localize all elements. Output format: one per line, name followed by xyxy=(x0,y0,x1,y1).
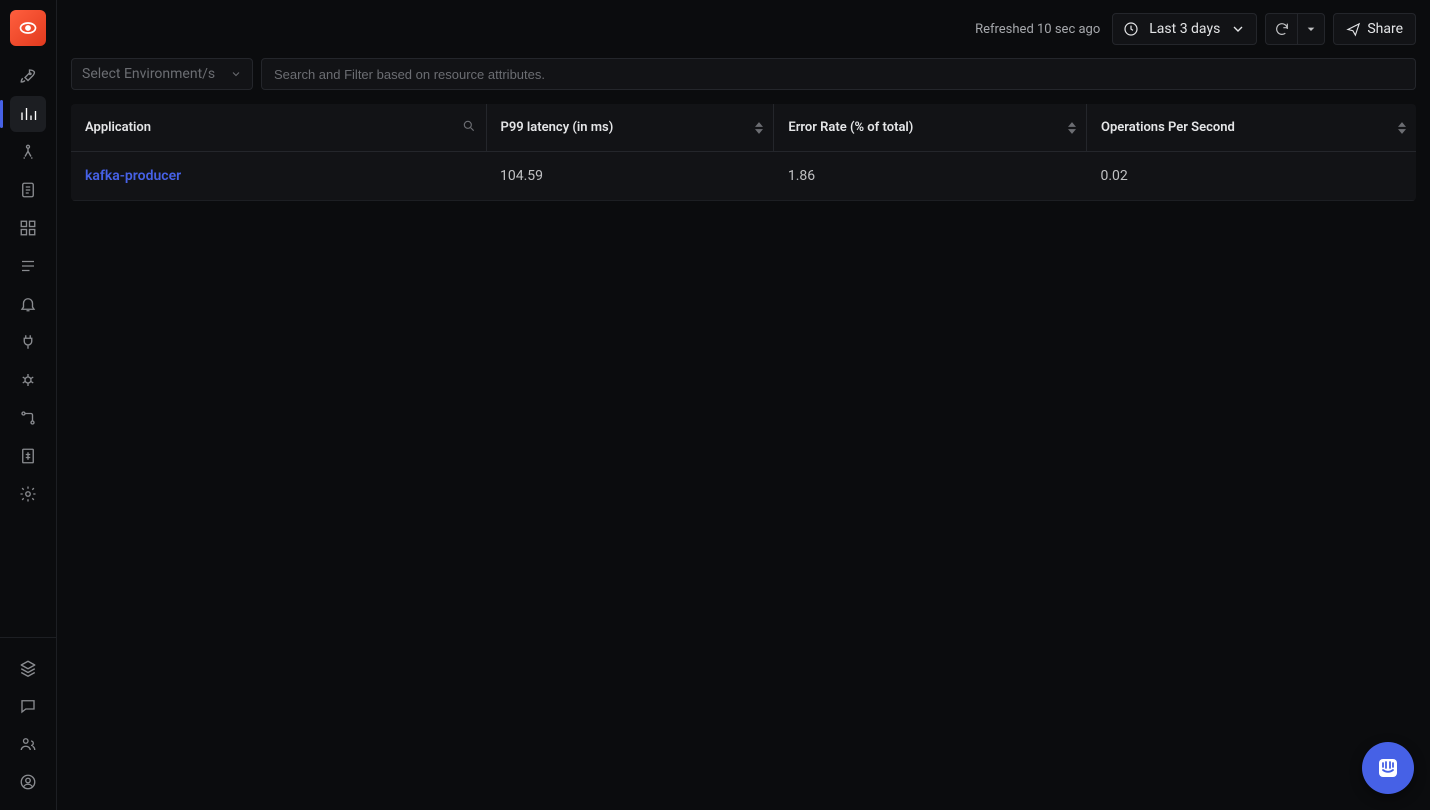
nav-bottom xyxy=(0,637,56,810)
trace-icon xyxy=(19,143,37,161)
list-icon xyxy=(19,257,37,275)
cell-ops: 0.02 xyxy=(1087,152,1417,201)
share-label: Share xyxy=(1367,21,1403,37)
environment-placeholder: Select Environment/s xyxy=(82,66,215,82)
nav-get-started[interactable] xyxy=(10,58,46,94)
clock-icon xyxy=(1123,21,1139,37)
topbar: Refreshed 10 sec ago Last 3 days Share xyxy=(57,0,1430,58)
intercom-icon xyxy=(1376,756,1400,780)
nav-exceptions[interactable] xyxy=(10,362,46,398)
caret-up-icon xyxy=(1398,121,1406,127)
bar-chart-icon xyxy=(19,105,37,123)
column-ops: Operations Per Second xyxy=(1087,104,1417,152)
refresh-interval-button[interactable] xyxy=(1297,13,1325,45)
sidebar xyxy=(0,0,57,810)
caret-down-icon xyxy=(1398,128,1406,134)
table-row: kafka-producer 104.59 1.86 0.02 xyxy=(71,152,1416,201)
resource-search-input[interactable] xyxy=(261,58,1416,90)
share-button[interactable]: Share xyxy=(1333,13,1416,45)
services-table: Application P99 latency (in ms) Err xyxy=(71,104,1416,201)
refresh-icon xyxy=(1274,21,1290,37)
plug-icon xyxy=(19,333,37,351)
bell-icon xyxy=(19,295,37,313)
chevron-down-icon xyxy=(230,68,242,80)
user-circle-icon xyxy=(19,773,37,791)
logs-icon xyxy=(19,181,37,199)
nav-support[interactable] xyxy=(10,688,46,724)
nav-invite[interactable] xyxy=(10,726,46,762)
environment-select[interactable]: Select Environment/s xyxy=(71,58,253,90)
caret-down-icon xyxy=(1068,128,1076,134)
chevron-down-icon xyxy=(1230,21,1246,37)
nav-alerts[interactable] xyxy=(10,286,46,322)
grid-icon xyxy=(19,219,37,237)
search-icon xyxy=(462,119,476,133)
nav-settings[interactable] xyxy=(10,476,46,512)
nav-top xyxy=(0,58,56,637)
cell-error-rate: 1.86 xyxy=(774,152,1087,201)
nav-dashboards[interactable] xyxy=(10,210,46,246)
route-icon xyxy=(19,409,37,427)
bug-icon xyxy=(19,371,37,389)
sort-button[interactable] xyxy=(755,121,763,134)
refreshed-label: Refreshed 10 sec ago xyxy=(975,22,1100,37)
nav-profile[interactable] xyxy=(10,764,46,800)
refresh-button[interactable] xyxy=(1265,13,1297,45)
nav-messaging[interactable] xyxy=(10,248,46,284)
caret-down-icon xyxy=(755,128,763,134)
time-range-label: Last 3 days xyxy=(1149,21,1220,37)
column-search-button[interactable] xyxy=(462,119,476,137)
time-range-selector[interactable]: Last 3 days xyxy=(1112,13,1257,45)
nav-service-map[interactable] xyxy=(10,400,46,436)
column-application: Application xyxy=(71,104,486,152)
nav-integrations[interactable] xyxy=(10,324,46,360)
caret-up-icon xyxy=(755,121,763,127)
cell-p99: 104.59 xyxy=(486,152,774,201)
layers-icon xyxy=(19,659,37,677)
nav-billing[interactable] xyxy=(10,438,46,474)
gear-icon xyxy=(19,485,37,503)
column-p99: P99 latency (in ms) xyxy=(486,104,774,152)
eye-icon xyxy=(18,18,38,38)
sort-button[interactable] xyxy=(1068,121,1076,134)
rocket-icon xyxy=(19,67,37,85)
receipt-icon xyxy=(19,447,37,465)
table-container: Application P99 latency (in ms) Err xyxy=(57,104,1430,201)
caret-up-icon xyxy=(1068,121,1076,127)
nav-layers[interactable] xyxy=(10,650,46,686)
refresh-group xyxy=(1265,13,1325,45)
logo[interactable] xyxy=(10,10,46,46)
caret-down-icon xyxy=(1303,21,1319,37)
chat-launcher[interactable] xyxy=(1362,742,1414,794)
nav-traces[interactable] xyxy=(10,134,46,170)
nav-logs[interactable] xyxy=(10,172,46,208)
filter-row: Select Environment/s xyxy=(57,58,1430,104)
column-error-rate: Error Rate (% of total) xyxy=(774,104,1087,152)
message-icon xyxy=(19,697,37,715)
users-icon xyxy=(19,735,37,753)
sort-button[interactable] xyxy=(1398,121,1406,134)
application-link[interactable]: kafka-producer xyxy=(71,152,486,201)
send-icon xyxy=(1346,22,1361,37)
main-content: Refreshed 10 sec ago Last 3 days Share S… xyxy=(57,0,1430,810)
nav-services[interactable] xyxy=(10,96,46,132)
